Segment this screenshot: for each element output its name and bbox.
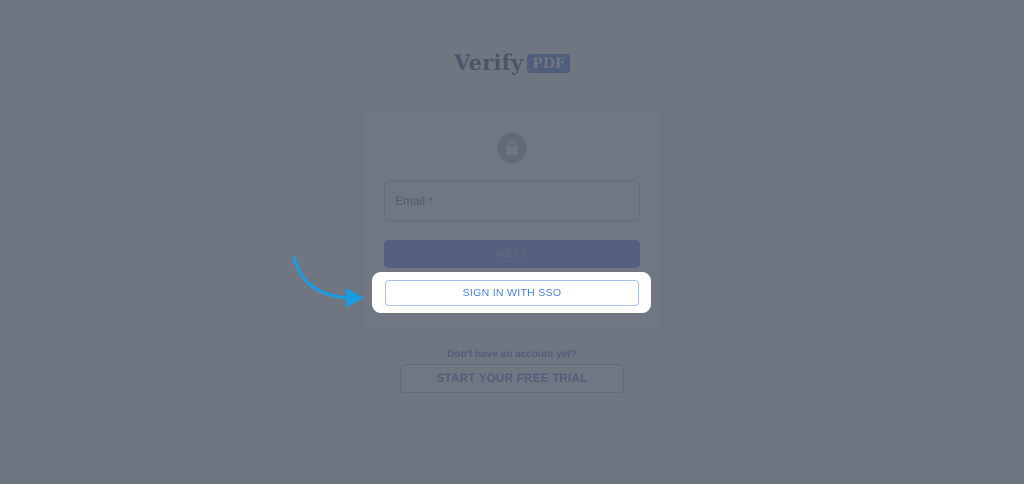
start-free-trial-button[interactable]: START YOUR FREE TRIAL — [400, 364, 624, 393]
app-window: Verify PDF Email * NEXT SIGN IN WITH SSO… — [0, 0, 1024, 484]
sign-in-with-sso-button[interactable]: SIGN IN WITH SSO — [385, 280, 639, 306]
signup-prompt: Don't have an account yet? — [447, 349, 577, 360]
lock-icon — [497, 133, 527, 163]
login-card: Email * NEXT SIGN IN WITH SSO — [363, 110, 661, 329]
next-button[interactable]: NEXT — [384, 240, 640, 268]
arrow-right-icon — [292, 256, 364, 307]
email-field[interactable]: Email * — [384, 180, 640, 221]
logo-word: Verify — [454, 50, 524, 75]
email-field-label: Email * — [395, 193, 434, 208]
verify-pdf-logo: Verify PDF — [0, 50, 1024, 75]
logo-badge: PDF — [527, 54, 570, 73]
